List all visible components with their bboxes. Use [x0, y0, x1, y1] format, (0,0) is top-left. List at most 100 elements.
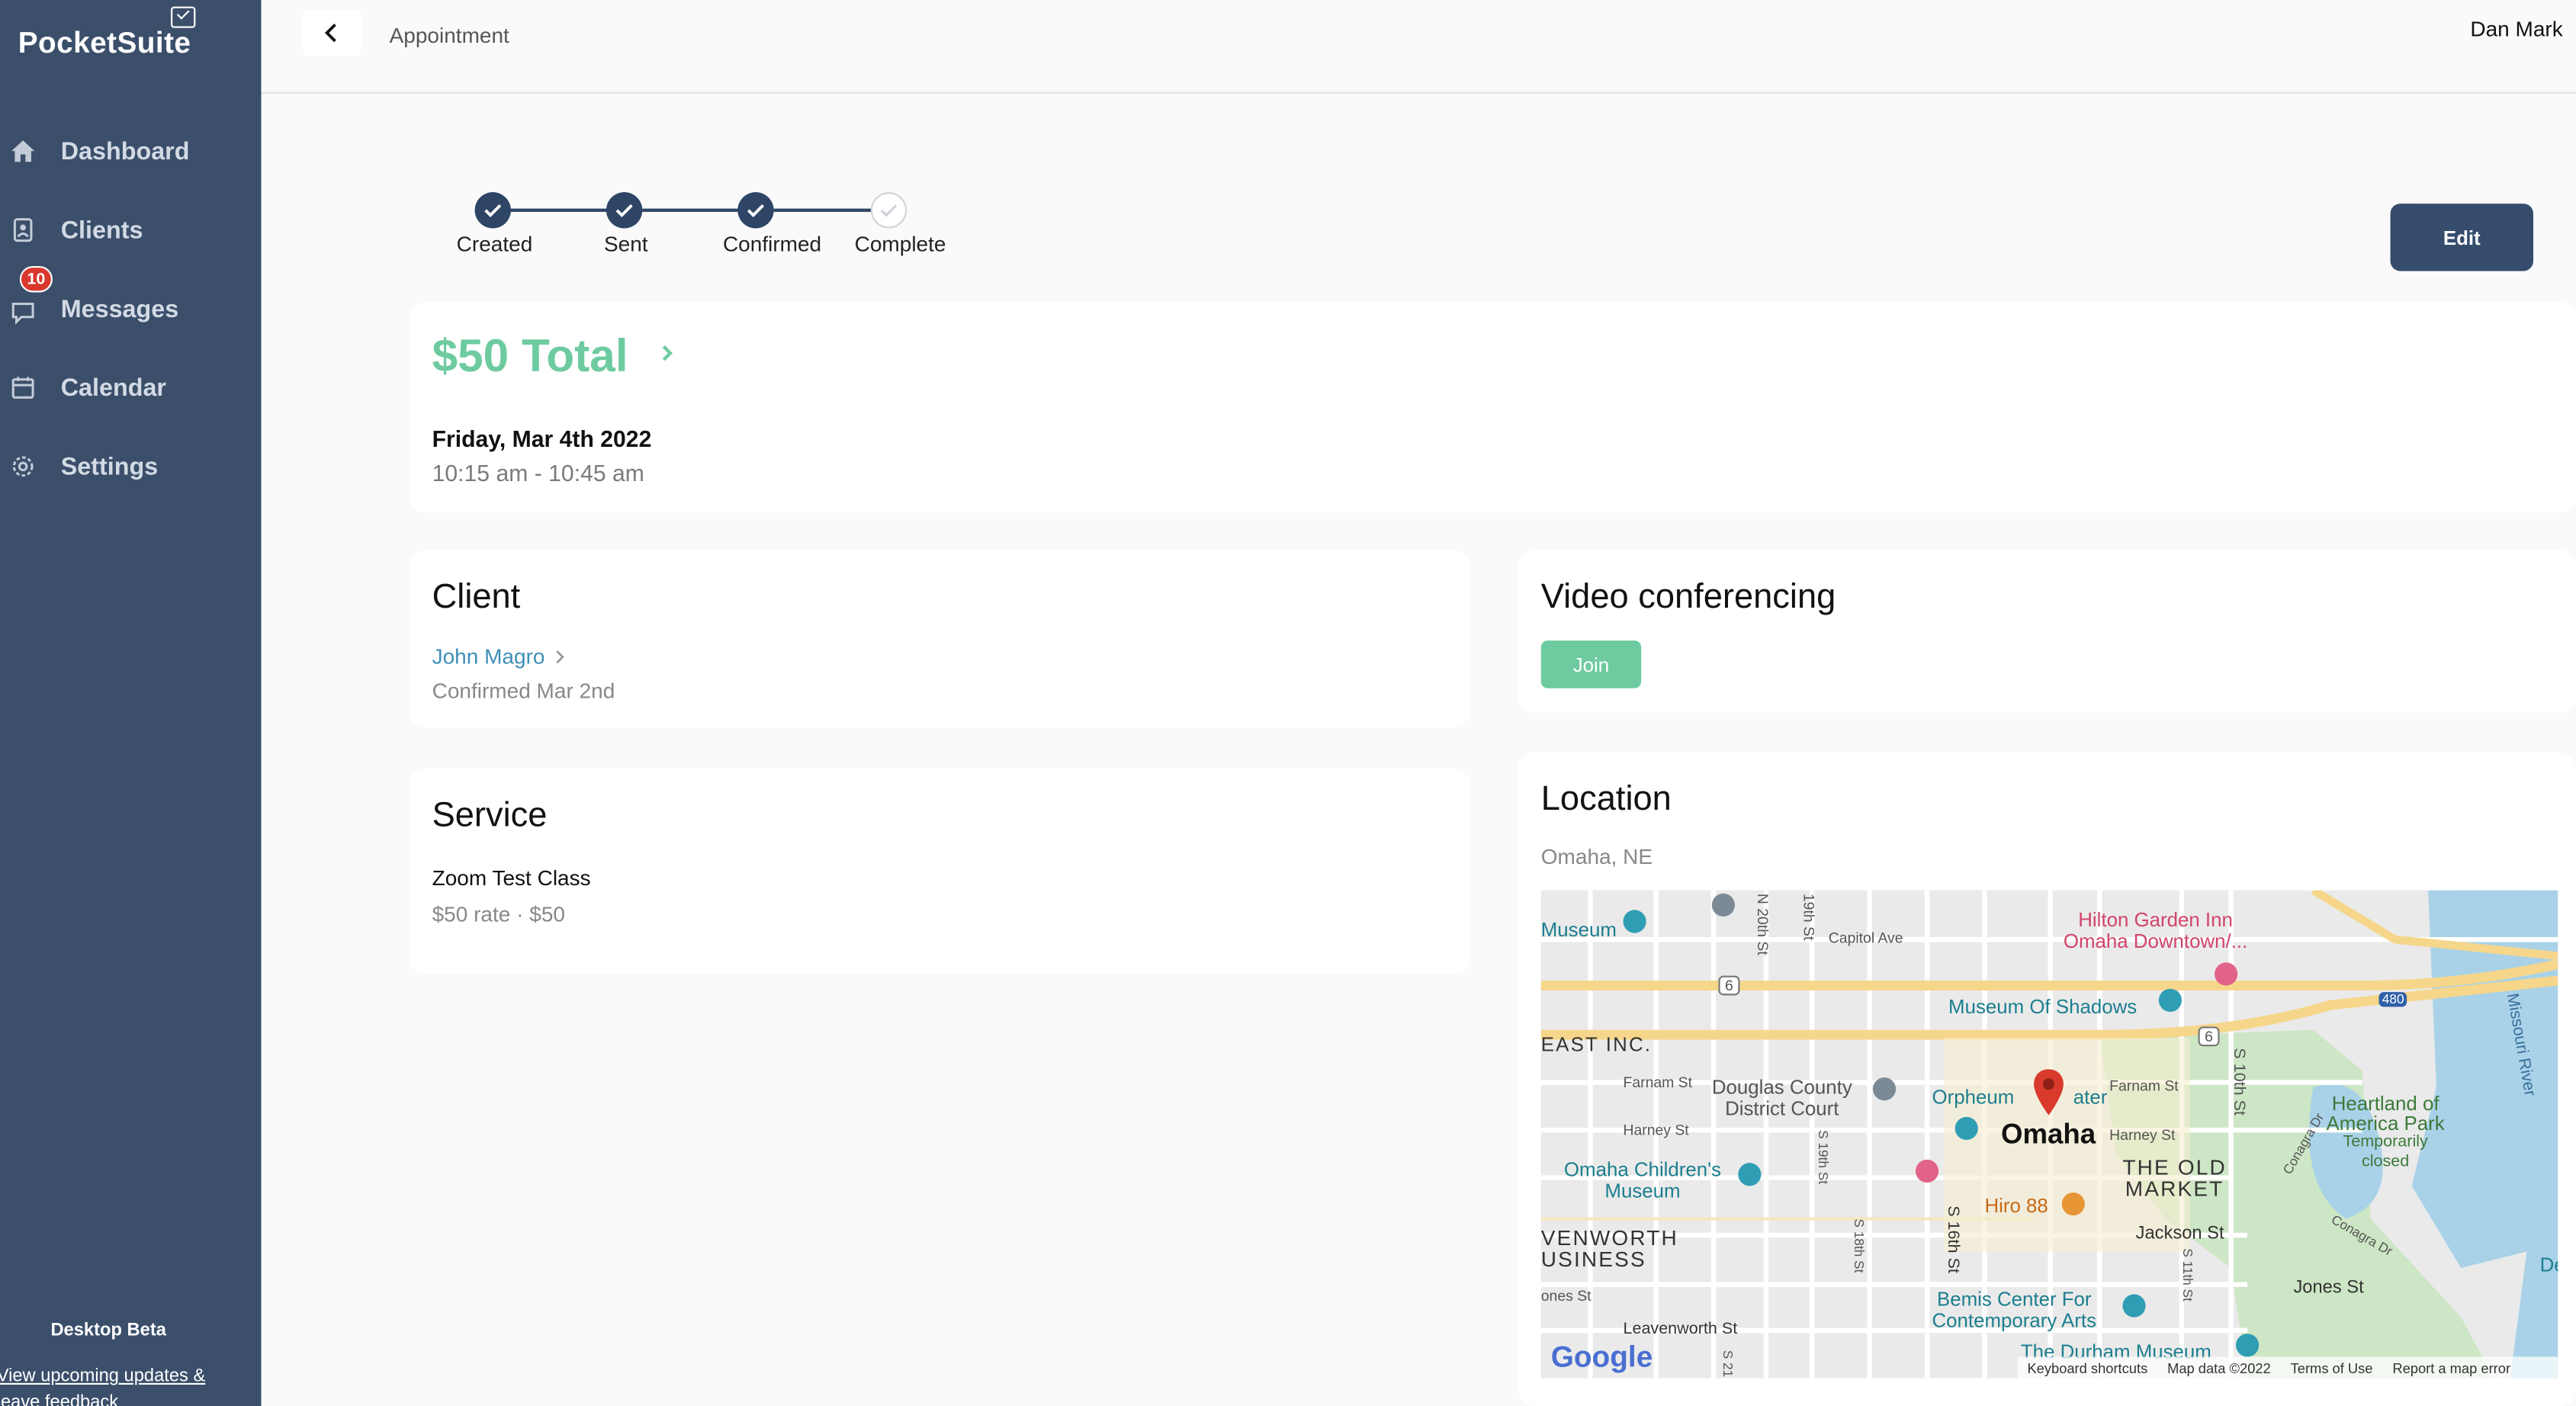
map-city-label: Omaha — [2000, 1119, 2096, 1150]
chevron-right-icon[interactable] — [659, 342, 676, 364]
map-attribution: Keyboard shortcuts Map data ©2022 Terms … — [2017, 1356, 2558, 1379]
sidebar-item-label: Settings — [60, 452, 159, 481]
service-rate: $50 rate · $50 — [432, 901, 565, 926]
report-error-link[interactable]: Report a map error — [2392, 1359, 2510, 1376]
step-connector — [642, 208, 741, 211]
map-label: Douglas County District Court — [1712, 1077, 1852, 1120]
museum-pin-icon[interactable] — [2158, 988, 2182, 1012]
sidebar-item-calendar[interactable]: Calendar — [0, 358, 262, 418]
edit-button[interactable]: Edit — [2390, 204, 2533, 271]
feedback-line: leave feedback — [0, 1392, 119, 1406]
step-label: Confirmed — [722, 231, 822, 257]
map-label-line: District Court — [1725, 1097, 1839, 1121]
map-street: S 11th St — [2179, 1248, 2195, 1302]
museum-pin-icon[interactable] — [2122, 1294, 2146, 1318]
feedback-link[interactable]: View upcoming updates & leave feedback — [0, 1363, 205, 1406]
sidebar-item-dashboard[interactable]: Dashboard — [0, 121, 262, 181]
map-label-line: Heartland of — [2331, 1092, 2439, 1115]
location-card: Location Omaha, NE Museum Hilton Garden … — [1518, 752, 2576, 1406]
sidebar-item-label: Messages — [60, 294, 179, 323]
id-card-icon — [13, 218, 33, 242]
breadcrumb: Appointment — [389, 23, 509, 48]
chevron-left-icon — [324, 23, 336, 43]
step-label: Complete — [854, 231, 946, 257]
map-label-line: VENWORTH — [1540, 1225, 1678, 1250]
service-name: Zoom Test Class — [432, 865, 591, 891]
map-street: Farnam St — [1623, 1074, 1693, 1091]
school-pin-icon[interactable] — [1711, 893, 1735, 917]
client-card: Client John Magro Confirmed Mar 2nd — [409, 550, 1471, 728]
location-map[interactable]: Museum Hilton Garden Inn Omaha Downtown/.… — [1540, 890, 2558, 1379]
highway-shield-icon: 6 — [1718, 975, 1740, 996]
sidebar-item-messages[interactable]: 10 Messages — [0, 265, 262, 339]
map-label-line: Hilton Garden Inn — [2078, 908, 2233, 932]
map-label: Hilton Garden Inn Omaha Downtown/... — [2063, 908, 2248, 953]
step-label: Sent — [603, 231, 648, 257]
user-name[interactable]: Dan Mark — [2470, 17, 2562, 41]
beta-label: Desktop Beta — [50, 1320, 166, 1340]
map-street: S 18th St — [1851, 1218, 1867, 1273]
map-data-text: Map data ©2022 — [2167, 1359, 2271, 1376]
step-confirmed-check-icon — [737, 192, 774, 229]
appointment-time: 10:15 am - 10:45 am — [432, 460, 644, 486]
map-label: ater — [2073, 1085, 2108, 1109]
client-status: Confirmed Mar 2nd — [432, 678, 615, 704]
map-label: De — [2539, 1253, 2558, 1276]
location-marker-icon[interactable] — [2032, 1067, 2065, 1117]
calendar-icon — [11, 377, 34, 399]
map-label: Bemis Center For Contemporary Arts — [1932, 1289, 2097, 1332]
theater-pin-icon[interactable] — [1954, 1116, 1978, 1141]
map-label-line: Omaha Downtown/... — [2063, 929, 2248, 953]
hotel-pin-icon[interactable] — [1915, 1159, 1939, 1183]
sidebar-item-settings[interactable]: Settings — [0, 437, 262, 496]
map-street: ones St — [1540, 1287, 1592, 1305]
map-label-line: USINESS — [1540, 1247, 1646, 1272]
google-logo: Google — [1551, 1340, 1653, 1375]
step-sent-check-icon — [605, 192, 643, 229]
map-label: VENWORTH USINESS — [1541, 1227, 1678, 1270]
map-label: Orpheum — [1932, 1085, 2015, 1109]
chevron-right-icon[interactable] — [554, 649, 565, 666]
museum-pin-icon[interactable] — [1623, 910, 1646, 933]
keyboard-shortcuts-link[interactable]: Keyboard shortcuts — [2027, 1359, 2147, 1376]
sidebar-item-clients[interactable]: Clients — [0, 201, 262, 260]
step-created-check-icon — [474, 192, 511, 229]
gear-icon — [12, 456, 34, 477]
sidebar-item-label: Dashboard — [60, 136, 190, 165]
sidebar: PocketSuite Dashboard Clients 10 Message… — [0, 0, 262, 1406]
museum-pin-icon[interactable] — [2236, 1334, 2260, 1357]
card-title: Client — [432, 578, 521, 616]
top-header: Appointment Dan Mark — [261, 0, 2576, 94]
hotel-pin-icon[interactable] — [2215, 962, 2238, 986]
map-label: EAST INC. — [1540, 1032, 1653, 1057]
back-button[interactable] — [302, 9, 361, 56]
app-logo[interactable]: PocketSuite — [18, 26, 191, 60]
join-button[interactable]: Join — [1540, 640, 1642, 689]
unread-badge: 10 — [19, 265, 53, 293]
map-street: Harney St — [1623, 1122, 1689, 1138]
map-label: Hiro 88 — [1984, 1194, 2048, 1218]
total-amount[interactable]: $50 Total — [432, 330, 628, 383]
map-street: 19th St — [1800, 893, 1817, 941]
video-conferencing-card: Video conferencing Join — [1518, 550, 2576, 713]
card-title: Video conferencing — [1540, 578, 1836, 616]
restaurant-pin-icon[interactable] — [2061, 1192, 2085, 1216]
map-label: Omaha Children's Museum — [1563, 1157, 1722, 1202]
terms-link[interactable]: Terms of Use — [2291, 1359, 2373, 1376]
sidebar-item-label: Clients — [60, 216, 143, 244]
map-label-line: Douglas County — [1711, 1076, 1852, 1099]
interstate-shield-icon: 480 — [2378, 992, 2407, 1007]
step-label: Created — [456, 231, 533, 257]
feedback-line: View upcoming updates & — [0, 1366, 206, 1387]
map-label-line: Bemis Center For — [1936, 1287, 2092, 1311]
client-name-link[interactable]: John Magro — [432, 644, 545, 668]
map-label-line: Museum — [1604, 1179, 1681, 1202]
highway-shield-icon: 6 — [2198, 1026, 2220, 1047]
home-icon — [11, 140, 35, 162]
map-street: S 19th St — [1815, 1130, 1830, 1185]
map-label-line: Omaha Children's — [1563, 1157, 1722, 1181]
courthouse-pin-icon[interactable] — [1872, 1077, 1897, 1101]
map-label-line: Contemporary Arts — [1932, 1308, 2097, 1333]
map-label: Museum — [1540, 918, 1617, 942]
museum-pin-icon[interactable] — [1738, 1163, 1762, 1186]
